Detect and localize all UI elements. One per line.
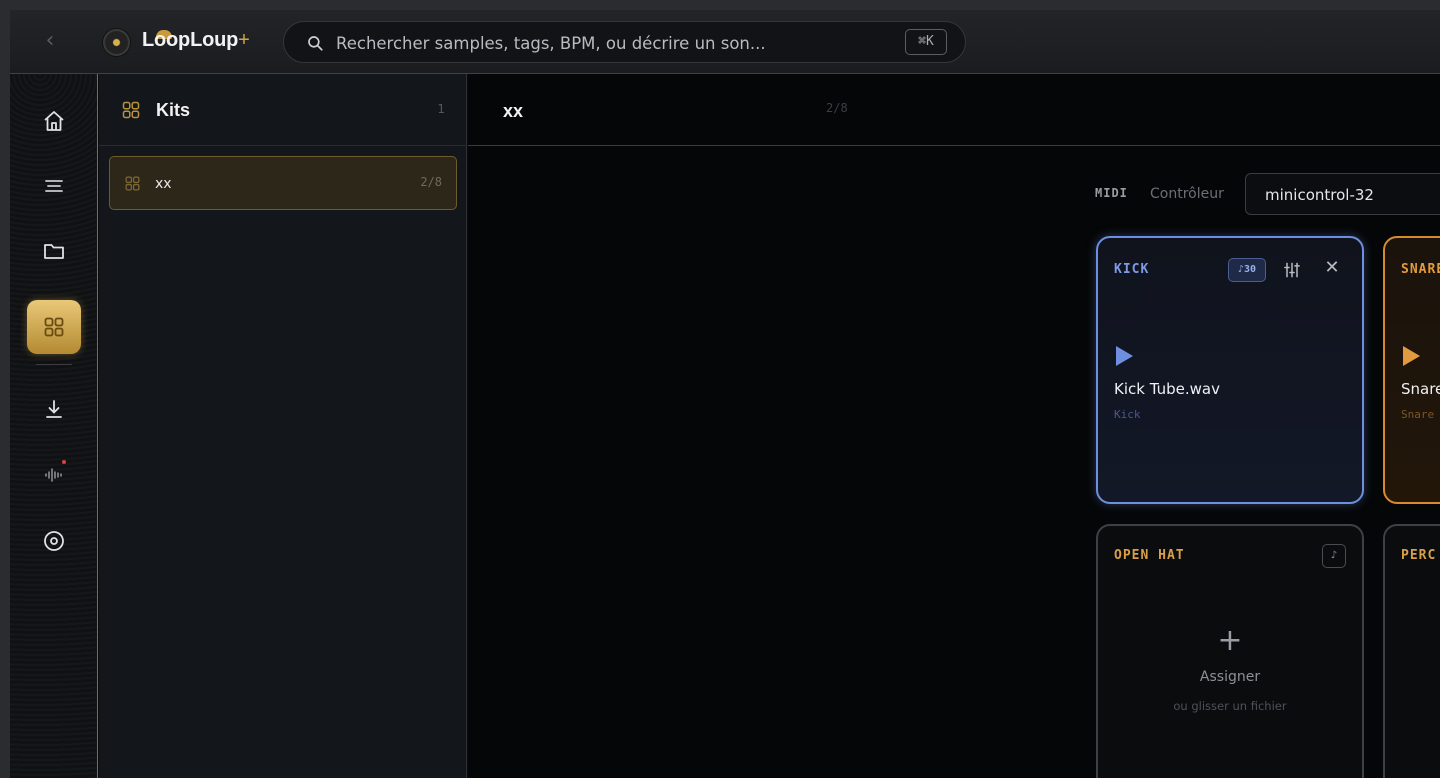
rail-divider <box>36 364 72 365</box>
midi-note-badge[interactable]: ♪30 <box>1228 258 1266 282</box>
controller-label: Contrôleur <box>1150 186 1224 202</box>
app-window: ‹ LoopLoup+ ⌘K <box>10 10 1440 778</box>
disc-icon <box>44 531 64 551</box>
search-shortcut-badge: ⌘K <box>905 29 947 55</box>
rail-downloads[interactable] <box>27 382 81 436</box>
list-icon <box>45 180 63 192</box>
rail-recorder[interactable] <box>27 448 81 502</box>
kits-count: 1 <box>437 102 445 116</box>
back-chevron-icon[interactable]: ‹ <box>38 30 62 54</box>
kit-editor: xx 2/8 MIDI Contrôleur minicontrol-32 KI… <box>468 74 1440 778</box>
pad-kick[interactable]: KICK ♪30 ✕ Kick Tube.wav Kick <box>1096 236 1364 504</box>
pad-sample-name: Kick Tube.wav <box>1114 380 1220 398</box>
rail-folders[interactable] <box>27 224 81 278</box>
kit-title: xx <box>503 101 524 121</box>
controller-select[interactable]: minicontrol-32 <box>1245 173 1440 215</box>
plus-icon[interactable]: + <box>1098 626 1362 656</box>
play-icon[interactable] <box>1116 346 1133 366</box>
rail-disc[interactable] <box>27 514 81 568</box>
drop-hint: ou glisser un fichier <box>1173 699 1287 713</box>
pad-perc[interactable]: PERC <box>1383 524 1440 778</box>
home-icon <box>44 111 64 131</box>
kit-name: xx <box>155 176 172 192</box>
play-icon[interactable] <box>1403 346 1420 366</box>
kit-list-item[interactable]: xx 2/8 <box>109 156 457 210</box>
mixer-sliders-icon[interactable] <box>1282 260 1302 280</box>
logo-plus: + <box>238 29 250 51</box>
pad-snare[interactable]: SNARE Snare Snare <box>1383 236 1440 504</box>
kit-pad-count: 2/8 <box>826 101 848 115</box>
pad-name: KICK <box>1114 262 1150 277</box>
assign-label[interactable]: Assigner <box>1098 669 1362 685</box>
folder-icon <box>44 244 64 259</box>
kits-title: Kits <box>156 100 191 120</box>
logo-name: LoopLoup <box>142 29 239 51</box>
top-bar: ‹ LoopLoup+ ⌘K <box>10 10 1440 74</box>
kit-pad-count: 2/8 <box>420 175 442 189</box>
pad-name: OPEN HAT <box>1114 548 1185 563</box>
kits-grid-icon <box>44 317 64 337</box>
pad-name: PERC <box>1401 548 1437 563</box>
midi-note-button[interactable]: ♪ <box>1322 544 1346 568</box>
kit-grid-icon <box>125 176 140 191</box>
search-bar[interactable]: ⌘K <box>283 21 966 63</box>
app-logo[interactable]: LoopLoup+ <box>142 29 250 52</box>
search-input[interactable] <box>336 31 896 55</box>
rail-kits[interactable] <box>27 300 81 354</box>
close-icon[interactable]: ✕ <box>1322 257 1342 279</box>
kit-editor-header: xx 2/8 <box>468 74 1440 146</box>
midi-label: MIDI <box>1095 186 1128 200</box>
kits-header: Kits 1 <box>99 74 467 146</box>
icon-rail <box>10 74 98 778</box>
search-icon <box>308 36 323 51</box>
controller-value: minicontrol-32 <box>1265 186 1374 204</box>
kits-grid-icon <box>122 101 140 119</box>
rail-library[interactable] <box>27 159 81 213</box>
record-dot-icon <box>62 460 66 464</box>
pad-sample-name: Snare <box>1401 380 1440 398</box>
pad-sample-tag: Snare <box>1401 408 1435 421</box>
kits-panel: Kits 1 xx 2/8 <box>99 74 467 778</box>
pad-open-hat[interactable]: OPEN HAT ♪ + Assigner ou glisser un fich… <box>1096 524 1364 778</box>
waveform-record-icon <box>45 468 62 482</box>
pad-sample-tag: Kick <box>1114 408 1141 421</box>
download-icon <box>46 400 62 418</box>
pad-name: SNARE <box>1401 262 1440 277</box>
logo-vinyl-icon <box>103 29 130 56</box>
rail-home[interactable] <box>27 94 81 148</box>
